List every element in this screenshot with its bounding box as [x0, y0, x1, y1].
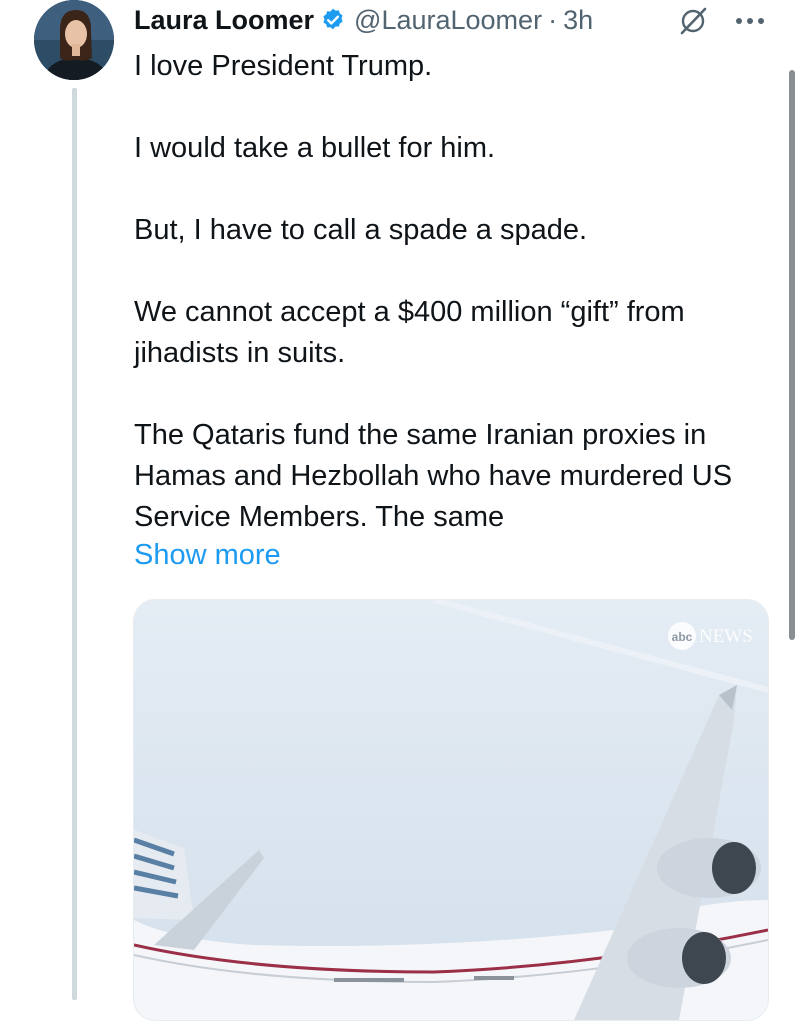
timestamp[interactable]: 3h — [563, 5, 593, 36]
tweet-media-image[interactable]: abc NEWS — [133, 599, 769, 1021]
tweet-text: I love President Trump. I would take a b… — [134, 46, 774, 579]
abc-news-watermark: abc NEWS — [668, 622, 753, 650]
author-name[interactable]: Laura Loomer — [134, 5, 314, 36]
svg-text:NEWS: NEWS — [699, 626, 753, 647]
author-handle[interactable]: @LauraLoomer — [354, 5, 542, 36]
grok-icon[interactable] — [676, 4, 710, 38]
tweet-paragraph: I would take a bullet for him. — [134, 132, 496, 164]
tweet-paragraph: We cannot accept a $400 million “gift” f… — [134, 296, 685, 369]
verified-badge-icon[interactable] — [320, 7, 346, 33]
svg-text:abc: abc — [672, 630, 693, 644]
airplane-photo: abc NEWS — [134, 600, 768, 1020]
tweet-paragraph: But, I have to call a spade a spade. — [134, 214, 588, 246]
tweet-paragraph: The Qataris fund the same Iranian proxie… — [134, 419, 733, 533]
scrollbar[interactable] — [789, 70, 795, 640]
show-more-link[interactable]: Show more — [134, 535, 281, 576]
more-options-icon[interactable] — [730, 6, 770, 36]
tweet-header: Laura Loomer @LauraLoomer · 3h — [134, 4, 593, 36]
thread-connector-line — [72, 88, 77, 1000]
avatar[interactable] — [34, 0, 114, 80]
avatar-image — [34, 0, 114, 80]
separator-dot: · — [548, 4, 558, 35]
tweet-paragraph: I love President Trump. — [134, 50, 433, 82]
